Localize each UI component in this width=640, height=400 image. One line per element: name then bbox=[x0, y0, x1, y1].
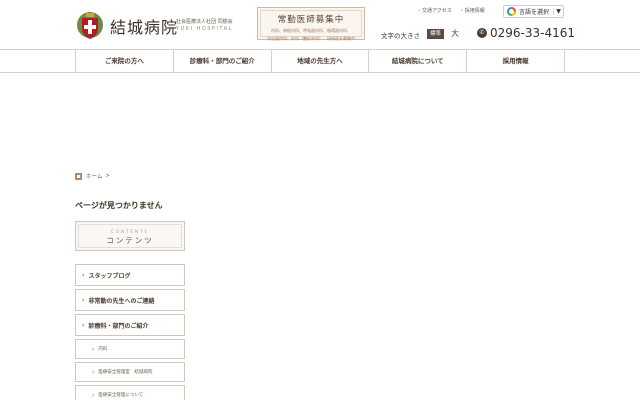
menu-item-label: 内科 bbox=[98, 347, 108, 352]
menu-item-part-time-doctors[interactable]: › 非常勤の先生へのご連絡 bbox=[75, 289, 185, 311]
recruit-sub-2: 消化器内科、外科（整形外科）、研修医を募集中 bbox=[267, 36, 355, 41]
contents-en: CONTENTS bbox=[111, 229, 149, 234]
recruit-sub-1: 内科、神経内科、呼吸器内科、循環器内科、 bbox=[271, 28, 351, 33]
nav-item-recruit[interactable]: 採用情報 bbox=[466, 50, 565, 72]
recruit-title: 常勤医師募集中 bbox=[277, 15, 345, 25]
nav-inner: ご来院の方へ 診療科・部門のご紹介 地域の先生方へ 結城病院について 採用情報 bbox=[75, 50, 565, 72]
menu-subitem-safety-management[interactable]: › 医療安全管理について bbox=[75, 385, 185, 400]
menu-item-label: 診療科・部門のご紹介 bbox=[88, 322, 149, 330]
chevron-right-icon: › bbox=[92, 345, 95, 353]
home-icon bbox=[75, 172, 82, 180]
google-icon bbox=[507, 7, 516, 16]
recruit-banner[interactable]: 常勤医師募集中 内科、神経内科、呼吸器内科、循環器内科、 消化器内科、外科（整形… bbox=[257, 7, 365, 41]
chevron-right-icon: › bbox=[82, 271, 85, 279]
recruit-link[interactable]: 採用情報 bbox=[461, 7, 485, 14]
chevron-right-icon: › bbox=[82, 296, 85, 304]
menu-item-label: 医療安全管理について bbox=[98, 393, 144, 398]
chevron-right-icon: › bbox=[82, 321, 85, 329]
phone-number[interactable]: ✆ 0296-33-4161 bbox=[477, 26, 575, 40]
breadcrumb-separator: > bbox=[105, 173, 110, 179]
logo-sub-en: YUKI HOSPITAL bbox=[176, 26, 233, 32]
phone-icon: ✆ bbox=[477, 28, 487, 38]
hospital-crest-icon[interactable] bbox=[75, 10, 105, 42]
global-nav: ご来院の方へ 診療科・部門のご紹介 地域の先生方へ 結城病院について 採用情報 bbox=[0, 49, 640, 73]
breadcrumb: ホーム > bbox=[75, 172, 110, 180]
header: 結城病院 社会医療法人社団 同樹会 YUKI HOSPITAL 常勤医師募集中 … bbox=[0, 0, 640, 50]
language-select[interactable]: 言語を選択 ▼ bbox=[503, 5, 564, 18]
logo-name[interactable]: 結城病院 bbox=[110, 14, 178, 38]
contents-jp: コンテンツ bbox=[106, 236, 154, 245]
logo-sub-jp: 社会医療法人社団 同樹会 bbox=[176, 19, 233, 25]
menu-item-departments[interactable]: › 診療科・部門のご紹介 bbox=[75, 314, 185, 336]
menu-item-label: 非常勤の先生へのご連絡 bbox=[88, 297, 155, 305]
menu-subitem-internal-medicine[interactable]: › 内科 bbox=[75, 339, 185, 359]
language-label: 言語を選択 bbox=[519, 9, 550, 16]
chevron-right-icon: › bbox=[92, 391, 95, 399]
contents-heading: CONTENTS コンテンツ bbox=[75, 221, 185, 251]
menu-subitem-safety-office[interactable]: › 医療安全管理室 結城病院 bbox=[75, 362, 185, 382]
breadcrumb-home[interactable]: ホーム bbox=[86, 172, 102, 180]
font-size-large-button[interactable]: 大 bbox=[451, 28, 459, 39]
nav-item-about[interactable]: 結城病院について bbox=[368, 50, 466, 72]
font-size-standard-button[interactable]: 標準 bbox=[427, 29, 444, 39]
nav-item-departments[interactable]: 診療科・部門のご紹介 bbox=[172, 50, 271, 72]
logo-subtitle: 社会医療法人社団 同樹会 YUKI HOSPITAL bbox=[176, 19, 233, 33]
font-size-label: 文字の大きさ bbox=[381, 32, 420, 40]
page-title: ページが見つかりません bbox=[75, 201, 163, 210]
chevron-right-icon: › bbox=[92, 368, 95, 376]
nav-item-visitors[interactable]: ご来院の方へ bbox=[75, 50, 173, 72]
access-link[interactable]: 交通アクセス bbox=[418, 7, 452, 14]
nav-item-doctors[interactable]: 地域の先生方へ bbox=[270, 50, 369, 72]
chevron-down-icon: ▼ bbox=[553, 8, 563, 15]
phone-text: 0296-33-4161 bbox=[490, 26, 576, 40]
menu-item-label: スタッフブログ bbox=[88, 272, 131, 280]
top-links: 交通アクセス 採用情報 bbox=[418, 7, 485, 14]
menu-item-label: 医療安全管理室 結城病院 bbox=[98, 370, 153, 375]
menu-item-staff-blog[interactable]: › スタッフブログ bbox=[75, 264, 185, 286]
